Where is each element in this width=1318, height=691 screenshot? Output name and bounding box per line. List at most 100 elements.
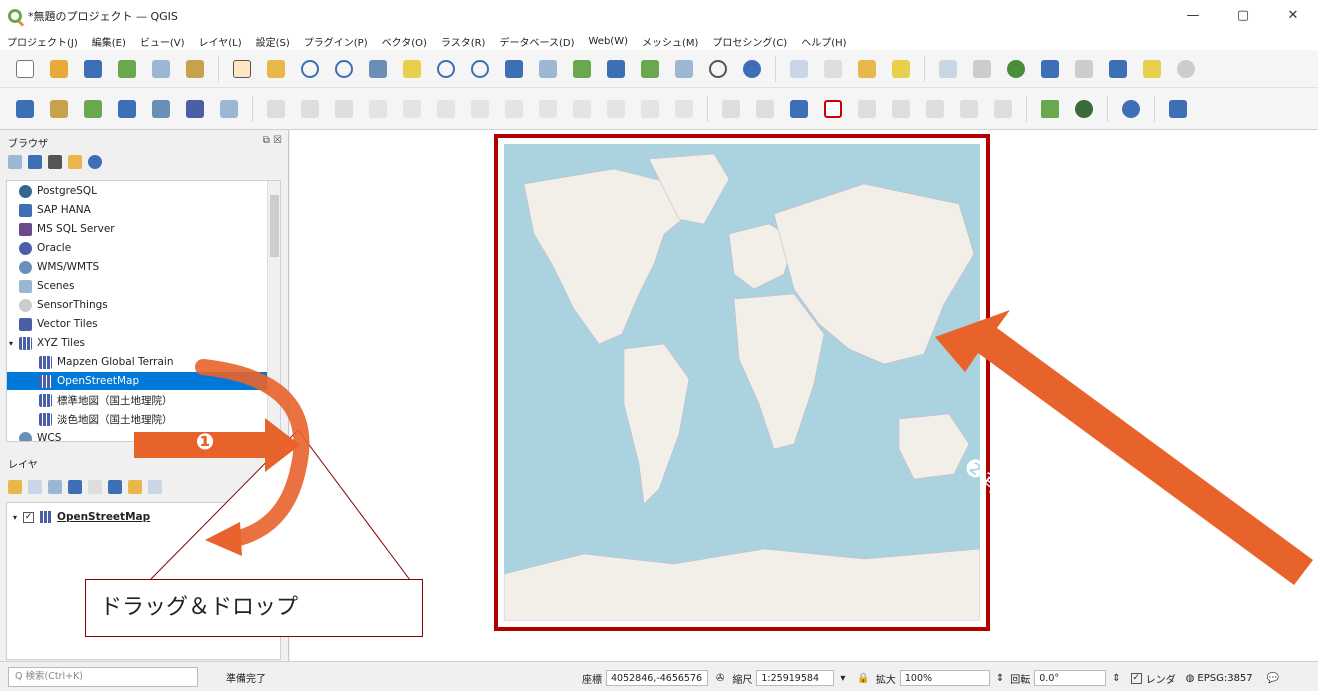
filter-expression-icon[interactable]	[88, 480, 102, 494]
browser-item-oracle[interactable]: Oracle	[7, 239, 269, 257]
pan-hand-icon[interactable]	[230, 57, 254, 81]
rotation-stepper-icon[interactable]: ⇕	[1112, 673, 1120, 684]
browser-item-mapzen[interactable]: Mapzen Global Terrain	[7, 353, 269, 371]
select-features-icon[interactable]	[855, 57, 879, 81]
current-edits-icon[interactable]	[264, 97, 288, 121]
menu-web[interactable]: Web(W)	[581, 36, 635, 47]
refresh-icon[interactable]	[740, 57, 764, 81]
measure-icon[interactable]	[936, 57, 960, 81]
menu-processing[interactable]: プロセシング(C)	[705, 34, 794, 49]
copy-features-icon[interactable]	[570, 97, 594, 121]
annotation-icon[interactable]	[1140, 57, 1164, 81]
modify-attributes-icon[interactable]	[468, 97, 492, 121]
menu-plugins[interactable]: プラグイン(P)	[297, 34, 375, 49]
temporal-controller-icon[interactable]	[638, 57, 662, 81]
save-project-icon[interactable]	[81, 57, 105, 81]
locator-search-input[interactable]: Q 検索(Ctrl+K)	[8, 667, 198, 687]
menu-raster[interactable]: ラスタ(R)	[434, 34, 493, 49]
menu-settings[interactable]: 設定(S)	[249, 34, 297, 49]
layer-row-openstreetmap[interactable]: ▾ ✓ OpenStreetMap	[13, 511, 150, 523]
select-by-value-icon[interactable]	[889, 57, 913, 81]
maximize-button[interactable]: ▢	[1218, 0, 1268, 32]
add-vector-layer-icon[interactable]	[81, 97, 105, 121]
browser-item-wms[interactable]: WMS/WMTS	[7, 258, 269, 276]
world-map[interactable]	[504, 144, 980, 621]
rotate-label-icon[interactable]	[923, 97, 947, 121]
layer-styling-icon[interactable]	[8, 480, 22, 494]
clock-icon[interactable]	[706, 57, 730, 81]
identify-features-icon[interactable]	[787, 57, 811, 81]
digitize-icon[interactable]	[366, 97, 390, 121]
coordinate-toggle-icon[interactable]: ✇	[716, 673, 724, 684]
zoom-full-icon[interactable]	[366, 57, 390, 81]
new-map-view-icon[interactable]	[672, 57, 696, 81]
layout-manager-icon[interactable]	[149, 57, 173, 81]
add-virtual-layer-icon[interactable]	[217, 97, 241, 121]
expand-all-icon[interactable]	[108, 480, 122, 494]
add-feature-icon[interactable]	[400, 97, 424, 121]
calculator-icon[interactable]	[1072, 57, 1096, 81]
browser-item-mssql[interactable]: MS SQL Server	[7, 220, 269, 238]
map-tips-icon[interactable]	[1106, 57, 1130, 81]
browser-item-gsi-standard[interactable]: 標準地図（国土地理院）	[7, 391, 269, 409]
menu-view[interactable]: ビュー(V)	[133, 34, 192, 49]
add-group-icon[interactable]	[28, 480, 42, 494]
remove-layer-icon[interactable]	[148, 480, 162, 494]
expand-arrow-icon[interactable]: ▾	[13, 513, 17, 522]
lock-icon[interactable]: 🔒	[857, 673, 869, 684]
vertex-tool-icon[interactable]	[434, 97, 458, 121]
collapse-all-icon[interactable]	[128, 480, 142, 494]
browser-tree[interactable]: PostgreSQL SAP HANA MS SQL Server Oracle…	[6, 180, 281, 442]
sum-icon[interactable]	[1038, 57, 1062, 81]
rotation-spinbox[interactable]: 0.0°	[1034, 670, 1107, 686]
browser-item-vector-tiles[interactable]: Vector Tiles	[7, 315, 269, 333]
layers-panel-close-icon[interactable]: ☒	[273, 456, 282, 467]
menu-mesh[interactable]: メッシュ(M)	[635, 34, 705, 49]
new-bookmark-icon[interactable]	[570, 57, 594, 81]
properties-info-icon[interactable]	[88, 155, 102, 169]
refresh-icon[interactable]	[28, 155, 42, 169]
python-console-icon[interactable]	[1119, 97, 1143, 121]
browser-item-xyz-tiles[interactable]: ▾ XYZ Tiles	[7, 334, 269, 352]
crs-globe-icon[interactable]: ◍	[1186, 673, 1195, 684]
zoom-native-icon[interactable]	[468, 57, 492, 81]
scale-combobox[interactable]: 1:25919584	[756, 670, 835, 686]
label-properties-icon[interactable]	[991, 97, 1015, 121]
zoom-in-icon[interactable]	[298, 57, 322, 81]
layer-labeling-icon[interactable]	[787, 97, 811, 121]
add-delimited-text-icon[interactable]	[115, 97, 139, 121]
browser-item-scenes[interactable]: Scenes	[7, 277, 269, 295]
cut-features-icon[interactable]	[536, 97, 560, 121]
expand-arrow-icon[interactable]: ▾	[9, 339, 19, 348]
pin-label-icon[interactable]	[753, 97, 777, 121]
browser-item-postgresql[interactable]: PostgreSQL	[7, 182, 269, 200]
zoom-out-icon[interactable]	[332, 57, 356, 81]
data-source-manager-icon[interactable]	[13, 97, 37, 121]
georeferencer-icon[interactable]	[1038, 97, 1062, 121]
messages-icon[interactable]: 💬	[1267, 673, 1279, 684]
add-selected-layers-icon[interactable]	[8, 155, 22, 169]
toggle-editing-icon[interactable]	[298, 97, 322, 121]
new-project-icon[interactable]	[13, 57, 37, 81]
open-project-icon[interactable]	[47, 57, 71, 81]
show-hide-labels-icon[interactable]	[855, 97, 879, 121]
crs-button[interactable]: EPSG:3857	[1197, 673, 1252, 684]
zoom-selection-icon[interactable]	[400, 57, 424, 81]
paste-features-icon[interactable]	[604, 97, 628, 121]
minimize-button[interactable]: —	[1168, 0, 1218, 32]
browser-item-openstreetmap[interactable]: OpenStreetMap	[7, 372, 269, 390]
menu-database[interactable]: データベース(D)	[492, 34, 581, 49]
pan-to-selection-icon[interactable]	[264, 57, 288, 81]
browser-item-sensorthings[interactable]: SensorThings	[7, 296, 269, 314]
magnifier-spinbox[interactable]: 100%	[899, 670, 990, 686]
close-button[interactable]: ✕	[1268, 0, 1318, 32]
new-geopackage-layer-icon[interactable]	[47, 97, 71, 121]
save-edits-icon[interactable]	[332, 97, 356, 121]
open-attribute-table-icon[interactable]	[821, 57, 845, 81]
manage-map-themes-icon[interactable]	[48, 480, 62, 494]
scrollbar-thumb[interactable]	[270, 195, 279, 257]
menu-vector[interactable]: ベクタ(O)	[375, 34, 434, 49]
browser-item-sap-hana[interactable]: SAP HANA	[7, 201, 269, 219]
processing-toolbox-icon[interactable]	[1004, 57, 1028, 81]
style-manager-icon[interactable]	[183, 57, 207, 81]
